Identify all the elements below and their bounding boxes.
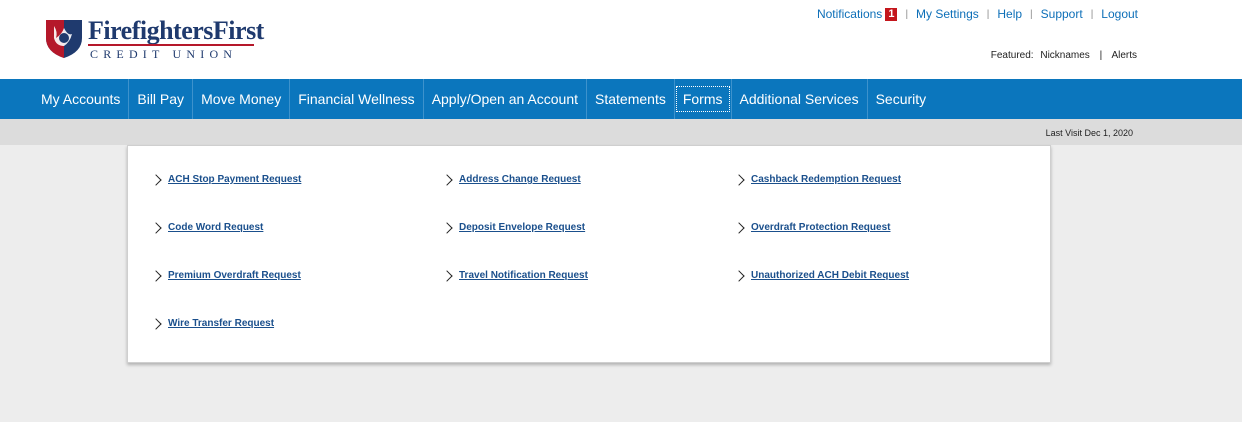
premium-overdraft-link[interactable]: Premium Overdraft Request (168, 270, 301, 281)
wire-transfer-link[interactable]: Wire Transfer Request (168, 318, 274, 329)
chevron-right-icon (150, 173, 162, 186)
nav-financial-wellness[interactable]: Financial Wellness (290, 79, 424, 119)
form-link-item: Travel Notification Request (441, 269, 588, 282)
separator: | (1099, 50, 1103, 61)
travel-notification-link[interactable]: Travel Notification Request (459, 270, 588, 281)
brand-subtitle: CREDIT UNION (90, 47, 238, 61)
forms-panel: ACH Stop Payment Request Address Change … (127, 145, 1051, 363)
chevron-right-icon (733, 221, 745, 234)
form-link-item: Address Change Request (441, 173, 581, 186)
logout-link[interactable]: Logout (1101, 7, 1138, 21)
form-link-item: Code Word Request (150, 221, 263, 234)
featured-label: Featured: (990, 50, 1034, 61)
chevron-right-icon (441, 221, 453, 234)
brand-name: FirefightersFirst (88, 16, 264, 45)
featured-links: Featured: Nicknames | Alerts (991, 50, 1137, 61)
chevron-right-icon (733, 173, 745, 186)
cashback-redemption-link[interactable]: Cashback Redemption Request (751, 174, 901, 185)
form-link-item: Premium Overdraft Request (150, 269, 301, 282)
form-link-item: Wire Transfer Request (150, 317, 274, 330)
brand-underline (88, 44, 254, 46)
support-link[interactable]: Support (1041, 7, 1083, 21)
nav-additional-services[interactable]: Additional Services (732, 79, 868, 119)
form-link-item: Deposit Envelope Request (441, 221, 585, 234)
separator: | (1030, 8, 1033, 20)
overdraft-protection-link[interactable]: Overdraft Protection Request (751, 222, 890, 233)
utility-links: Notifications 1 | My Settings | Help | S… (817, 7, 1138, 21)
nav-statements[interactable]: Statements (587, 79, 675, 119)
notifications-count-badge[interactable]: 1 (885, 7, 898, 21)
chevron-right-icon (441, 173, 453, 186)
header: FirefightersFirst CREDIT UNION Notificat… (0, 0, 1242, 79)
form-link-item: Overdraft Protection Request (733, 221, 890, 234)
unauthorized-ach-debit-link[interactable]: Unauthorized ACH Debit Request (751, 270, 909, 281)
separator: | (1090, 8, 1094, 20)
last-visit-bar: Last Visit Dec 1, 2020 (0, 119, 1242, 145)
nav-move-money[interactable]: Move Money (193, 79, 291, 119)
nav-bill-pay[interactable]: Bill Pay (129, 79, 194, 119)
main-nav: My Accounts Bill Pay Move Money Financia… (0, 79, 1242, 119)
separator: | (986, 8, 990, 20)
firefighter-shield-icon (46, 20, 82, 58)
notifications-link[interactable]: Notifications (817, 7, 882, 21)
ach-stop-payment-link[interactable]: ACH Stop Payment Request (168, 174, 301, 185)
separator: | (905, 8, 909, 20)
chevron-right-icon (150, 269, 162, 282)
chevron-right-icon (150, 317, 162, 330)
address-change-link[interactable]: Address Change Request (459, 174, 581, 185)
nicknames-link[interactable]: Nicknames (1040, 50, 1089, 61)
code-word-link[interactable]: Code Word Request (168, 222, 263, 233)
nav-forms[interactable]: Forms (675, 79, 732, 119)
chevron-right-icon (150, 221, 162, 234)
nav-apply-open-account[interactable]: Apply/Open an Account (424, 79, 588, 119)
help-link[interactable]: Help (997, 7, 1022, 21)
form-link-item: ACH Stop Payment Request (150, 173, 301, 186)
last-visit-text: Last Visit Dec 1, 2020 (1045, 128, 1133, 138)
nav-security[interactable]: Security (868, 79, 935, 119)
my-settings-link[interactable]: My Settings (916, 7, 979, 21)
nav-my-accounts[interactable]: My Accounts (33, 79, 130, 119)
chevron-right-icon (441, 269, 453, 282)
alerts-link[interactable]: Alerts (1111, 50, 1137, 61)
form-link-item: Cashback Redemption Request (733, 173, 901, 186)
chevron-right-icon (733, 269, 745, 282)
form-link-item: Unauthorized ACH Debit Request (733, 269, 909, 282)
deposit-envelope-link[interactable]: Deposit Envelope Request (459, 222, 585, 233)
brand-logo[interactable]: FirefightersFirst CREDIT UNION (42, 16, 272, 64)
